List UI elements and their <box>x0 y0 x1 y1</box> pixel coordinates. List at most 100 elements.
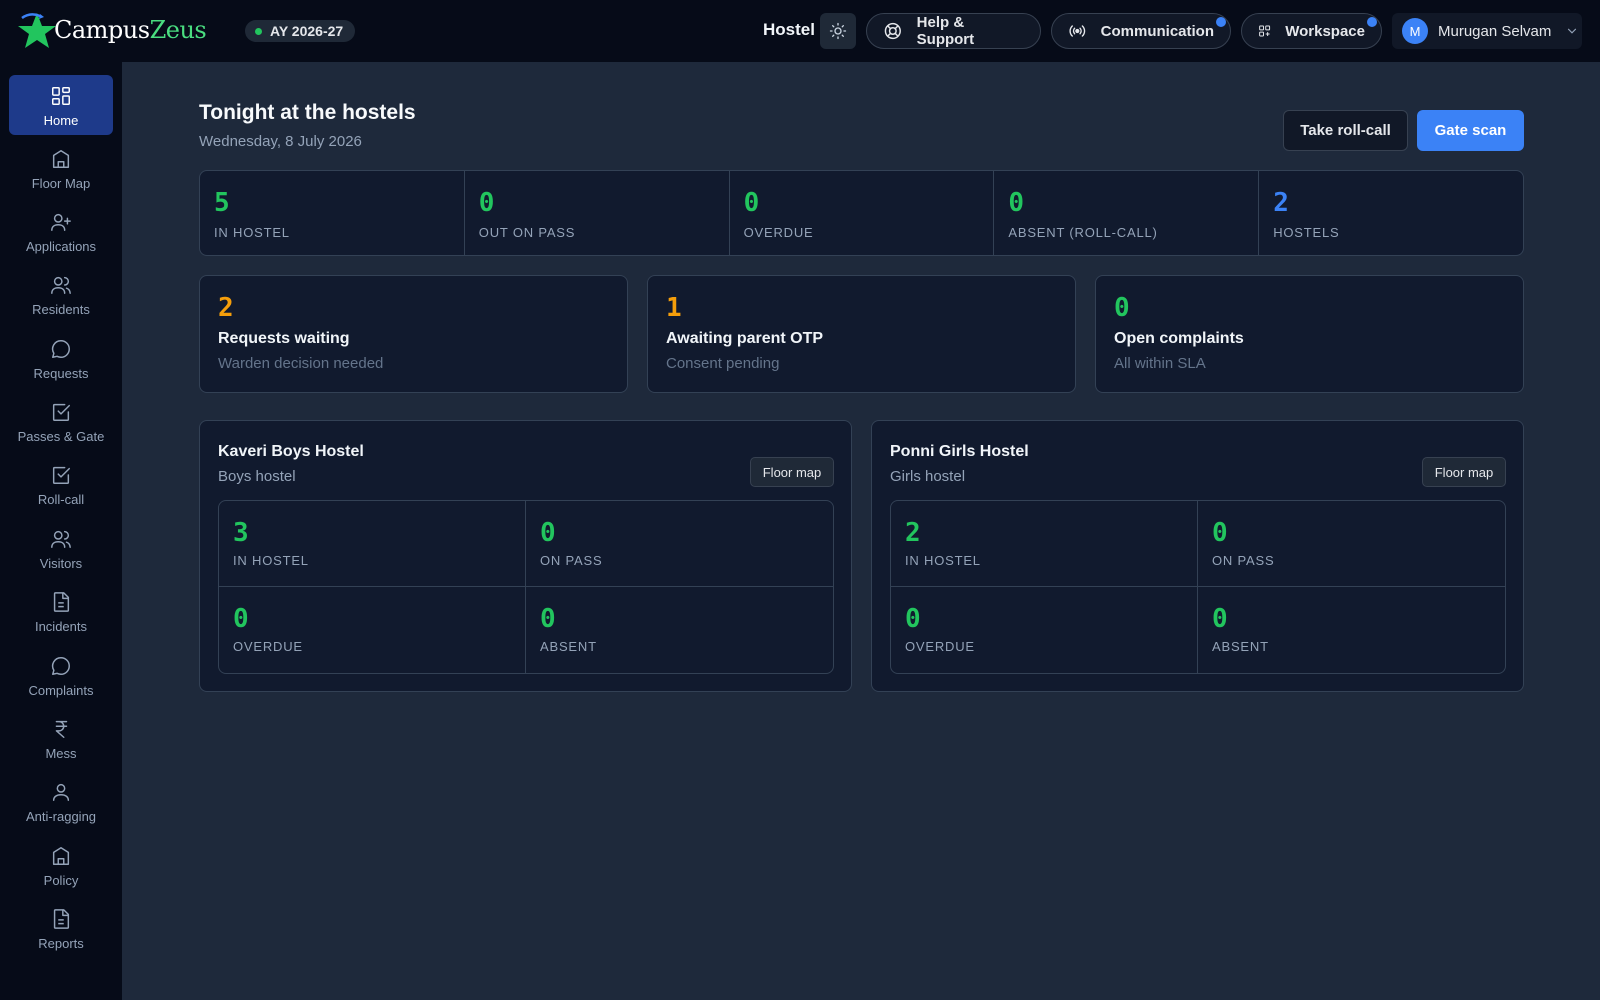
stat-label: OVERDUE <box>743 225 814 240</box>
chat-bubble-icon <box>51 657 70 675</box>
sidebar-item-label: Complaints <box>28 683 94 698</box>
hostel-type: Girls hostel <box>890 468 966 485</box>
page-title: Tonight at the hostels <box>199 101 416 124</box>
avatar: M <box>1402 18 1428 44</box>
metric-in-hostel: 3 IN HOSTEL <box>219 501 526 587</box>
alert-title: Open complaints <box>1114 330 1244 347</box>
lifebuoy-icon <box>884 22 901 40</box>
metric-value: 2 <box>905 518 921 548</box>
user-menu-button[interactable]: M Murugan Selvam <box>1392 13 1582 49</box>
communication-button[interactable]: Communication <box>1051 13 1231 49</box>
page-date: Wednesday, 8 July 2026 <box>199 133 362 150</box>
stat-hostels: 2 HOSTELS <box>1259 171 1523 255</box>
sidebar-item-label: Anti-ragging <box>25 809 97 824</box>
alert-value: 1 <box>666 293 682 323</box>
status-dot-icon <box>255 27 262 35</box>
sidebar-item-incidents[interactable]: Incidents <box>9 581 113 641</box>
document-icon <box>53 592 70 612</box>
metric-value: 0 <box>540 518 556 548</box>
hostel-metrics: 2 IN HOSTEL 0 ON PASS 0 OVERDUE 0 ABSENT <box>890 500 1506 674</box>
sidebar-item-requests[interactable]: Requests <box>9 328 113 388</box>
stat-label: ABSENT (ROLL-CALL) <box>1008 225 1158 240</box>
stat-value: 2 <box>1273 188 1289 218</box>
metric-absent: 0 ABSENT <box>1198 587 1505 673</box>
user-name: Murugan Selvam <box>1438 22 1552 40</box>
sidebar-item-applications[interactable]: Applications <box>9 201 113 261</box>
help-support-label: Help & Support <box>916 14 975 48</box>
sidebar-item-label: Incidents <box>34 619 88 634</box>
top-bar: CampusZeus AY 2026-27 Hostel Help & Supp… <box>0 0 1600 62</box>
sidebar-item-residents[interactable]: Residents <box>9 264 113 324</box>
academic-year-label: AY 2026-27 <box>270 23 344 39</box>
rupee-icon <box>55 720 68 738</box>
sidebar-item-mess[interactable]: Mess <box>9 708 113 768</box>
sidebar-item-anti-ragging[interactable]: Anti-ragging <box>9 771 113 831</box>
sidebar-item-reports[interactable]: Reports <box>9 898 113 958</box>
metric-value: 0 <box>233 604 249 634</box>
stat-label: HOSTELS <box>1273 225 1340 240</box>
stat-value: 0 <box>1008 188 1025 218</box>
metric-overdue: 0 OVERDUE <box>891 587 1198 673</box>
academic-year-badge[interactable]: AY 2026-27 <box>245 20 356 42</box>
logo-wordmark: CampusZeus <box>54 16 207 44</box>
alert-value: 0 <box>1114 293 1130 323</box>
stat-label: OUT ON PASS <box>478 225 576 240</box>
stat-in-hostel: 5 IN HOSTEL <box>200 171 465 255</box>
alert-subtitle: All within SLA <box>1114 355 1206 372</box>
building-icon <box>52 847 70 865</box>
communication-label: Communication <box>1100 22 1214 40</box>
hostel-metrics: 3 IN HOSTEL 0 ON PASS 0 OVERDUE 0 ABSENT <box>218 500 834 674</box>
metric-value: 0 <box>1212 518 1228 548</box>
sidebar-item-label: Applications <box>25 239 97 254</box>
sidebar-item-label: Visitors <box>39 556 83 571</box>
sidebar-item-floor-map[interactable]: Floor Map <box>9 138 113 198</box>
stat-absent-roll-call: 0 ABSENT (ROLL-CALL) <box>994 171 1260 255</box>
stat-overdue: 0 OVERDUE <box>730 171 995 255</box>
users-icon <box>51 276 71 294</box>
help-support-button[interactable]: Help & Support <box>866 13 1041 49</box>
apps-grid-icon <box>1259 25 1271 37</box>
metric-label: OVERDUE <box>233 639 303 654</box>
workspace-button[interactable]: Workspace <box>1241 13 1382 49</box>
campuszeus-logo[interactable]: CampusZeus <box>16 10 207 50</box>
open-complaints-card[interactable]: 0 Open complaints All within SLA <box>1095 275 1524 393</box>
hostel-card-kaveri: Kaveri Boys Hostel Boys hostel Floor map… <box>199 420 852 692</box>
metric-label: IN HOSTEL <box>233 553 309 568</box>
sun-icon <box>829 22 847 40</box>
hostel-name: Ponni Girls Hostel <box>890 443 1029 460</box>
sidebar-item-policy[interactable]: Policy <box>9 835 113 895</box>
requests-waiting-card[interactable]: 2 Requests waiting Warden decision neede… <box>199 275 628 393</box>
grid-icon <box>52 87 70 105</box>
gate-scan-button[interactable]: Gate scan <box>1417 110 1524 151</box>
sidebar-item-passes-gate[interactable]: Passes & Gate <box>9 391 113 451</box>
star-logo-icon <box>18 13 56 48</box>
sidebar-item-label: Residents <box>32 302 90 317</box>
metric-label: IN HOSTEL <box>905 553 981 568</box>
summary-stats: 5 IN HOSTEL 0 OUT ON PASS 0 OVERDUE 0 AB… <box>199 170 1524 256</box>
floor-map-button[interactable]: Floor map <box>750 457 834 487</box>
sidebar-item-roll-call[interactable]: Roll-call <box>9 454 113 514</box>
sidebar-item-visitors[interactable]: Visitors <box>9 518 113 578</box>
logo-text-zeus: Zeus <box>149 16 207 44</box>
logo-text-campus: Campus <box>54 16 150 44</box>
check-square-icon <box>52 466 70 484</box>
sidebar-item-label: Reports <box>38 936 84 951</box>
metric-value: 0 <box>905 604 921 634</box>
chat-bubble-icon <box>51 340 70 358</box>
sidebar-item-home[interactable]: Home <box>9 75 113 135</box>
take-roll-call-button[interactable]: Take roll-call <box>1283 110 1408 151</box>
floor-map-button[interactable]: Floor map <box>1422 457 1506 487</box>
sidebar-item-label: Passes & Gate <box>17 429 105 444</box>
module-label: Hostel <box>763 20 815 39</box>
theme-toggle-button[interactable] <box>820 13 856 49</box>
sidebar-item-label: Policy <box>43 873 79 888</box>
stat-value: 5 <box>214 188 230 218</box>
metric-in-hostel: 2 IN HOSTEL <box>891 501 1198 587</box>
user-plus-icon <box>51 213 71 231</box>
users-icon <box>51 530 71 548</box>
sidebar-item-complaints[interactable]: Complaints <box>9 645 113 705</box>
sidebar: Home Floor Map Applications Residents Re… <box>0 62 122 1000</box>
metric-label: ABSENT <box>540 639 597 654</box>
workspace-label: Workspace <box>1285 22 1365 40</box>
awaiting-parent-otp-card[interactable]: 1 Awaiting parent OTP Consent pending <box>647 275 1076 393</box>
